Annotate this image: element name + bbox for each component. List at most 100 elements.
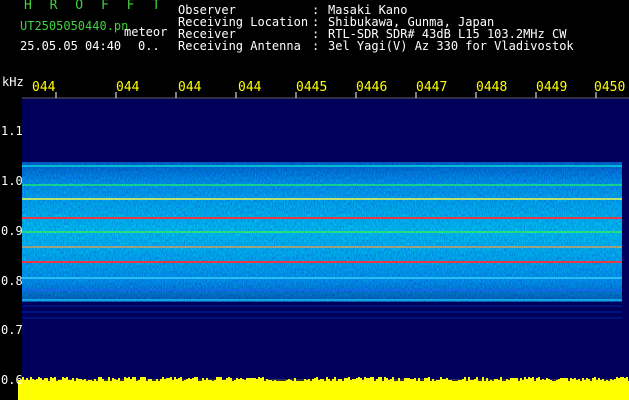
power-bar-spike xyxy=(66,377,68,382)
power-bar-spike xyxy=(588,379,590,382)
power-bar-spike xyxy=(392,377,394,382)
header-colon: : xyxy=(312,39,320,53)
power-bar-spike xyxy=(204,380,206,382)
power-bar-spike xyxy=(52,378,54,382)
power-bar-spike xyxy=(494,379,496,382)
power-bar-spike xyxy=(134,377,136,382)
power-bar-spike xyxy=(498,380,500,382)
power-bar-spike xyxy=(62,377,64,382)
power-bar-spike xyxy=(436,380,438,382)
power-bar-spike xyxy=(472,380,474,382)
power-bar-spike xyxy=(38,377,40,382)
power-bar-spike xyxy=(194,377,196,382)
power-bar-spike xyxy=(158,381,160,382)
power-bar-spike xyxy=(272,381,274,382)
power-bar-spike xyxy=(380,377,382,382)
power-bar-spike xyxy=(260,378,262,382)
time-tick-label: 0447 xyxy=(416,80,448,95)
power-bar-spike xyxy=(46,378,48,382)
power-bar-spike xyxy=(344,378,346,382)
power-bar-spike xyxy=(246,378,248,382)
power-bar-spike xyxy=(44,378,46,382)
power-bar-spike xyxy=(240,378,242,382)
power-bar-spike xyxy=(268,380,270,382)
power-bar-spike xyxy=(210,380,212,382)
power-bar-spike xyxy=(232,381,234,382)
power-bar-spike xyxy=(310,381,312,382)
power-bar-spike xyxy=(302,381,304,382)
power-bar-spike xyxy=(438,380,440,382)
power-bar-spike xyxy=(378,377,380,382)
power-bar-spike xyxy=(142,377,144,382)
power-bar-spike xyxy=(200,381,202,382)
power-bar-spike xyxy=(408,378,410,382)
power-bar-spike xyxy=(116,380,118,382)
power-bar-spike xyxy=(560,378,562,382)
power-bar-spike xyxy=(188,378,190,382)
power-bar-spike xyxy=(334,377,336,382)
power-bar-spike xyxy=(50,377,52,382)
power-bar-spike xyxy=(444,379,446,382)
power-bar-spike xyxy=(448,380,450,382)
power-bar-spike xyxy=(170,377,172,382)
power-bar-spike xyxy=(396,381,398,382)
power-bar-spike xyxy=(88,380,90,382)
power-bar-spike xyxy=(132,377,134,382)
power-bar-spike xyxy=(470,380,472,382)
power-bar-spike xyxy=(620,377,622,382)
power-bar-spike xyxy=(138,380,140,382)
power-bar-spike xyxy=(338,379,340,382)
power-bar-spike xyxy=(542,379,544,382)
power-bar-spike xyxy=(110,381,112,382)
power-bar-spike xyxy=(292,381,294,382)
power-bar-spike xyxy=(206,378,208,382)
power-bar-spike xyxy=(482,377,484,382)
power-bar-spike xyxy=(520,378,522,382)
power-bar-spike xyxy=(582,378,584,382)
power-bar-spike xyxy=(238,379,240,382)
power-bar-spike xyxy=(226,378,228,382)
power-bar-spike xyxy=(70,380,72,382)
power-bar-spike xyxy=(322,379,324,382)
power-bar-spike xyxy=(374,381,376,382)
power-bar-spike xyxy=(536,378,538,382)
power-bar-spike xyxy=(242,379,244,382)
power-bar-spike xyxy=(80,379,82,382)
power-bar-spike xyxy=(430,381,432,382)
power-bar-spike xyxy=(150,379,152,382)
power-bar-spike xyxy=(376,379,378,382)
power-bar-spike xyxy=(570,378,572,382)
power-bar-spike xyxy=(524,377,526,382)
power-bar-spike xyxy=(248,378,250,382)
power-bar-spike xyxy=(554,381,556,382)
power-bar-spike xyxy=(186,379,188,382)
power-bar-spike xyxy=(606,380,608,382)
power-bar-spike xyxy=(348,377,350,382)
power-bar-spike xyxy=(174,377,176,382)
power-bar-spike xyxy=(122,381,124,382)
power-bar-spike xyxy=(452,381,454,382)
power-bar-spike xyxy=(86,381,88,382)
power-bar-spike xyxy=(466,381,468,382)
power-bar-spike xyxy=(454,381,456,382)
power-bar-spike xyxy=(598,378,600,382)
power-bar-spike xyxy=(90,380,92,382)
power-bar-spike xyxy=(418,378,420,382)
power-bar-spike xyxy=(168,378,170,382)
power-bar-spike xyxy=(278,381,280,382)
power-bar-spike xyxy=(26,378,28,382)
power-bar-spike xyxy=(216,377,218,382)
power-bar-spike xyxy=(148,379,150,382)
power-bar-spike xyxy=(544,380,546,382)
power-bar-spike xyxy=(152,381,154,382)
power-bar-spike xyxy=(504,381,506,382)
freq-label: 0.9 xyxy=(1,224,23,238)
power-bar-spike xyxy=(42,380,44,382)
power-bar-spike xyxy=(298,381,300,382)
power-bar-spike xyxy=(602,379,604,382)
freq-label: 0.6 xyxy=(1,373,23,387)
power-bar-spike xyxy=(60,380,62,382)
power-bar-spike xyxy=(106,381,108,382)
power-bar-spike xyxy=(180,377,182,382)
power-bar-spike xyxy=(608,381,610,382)
